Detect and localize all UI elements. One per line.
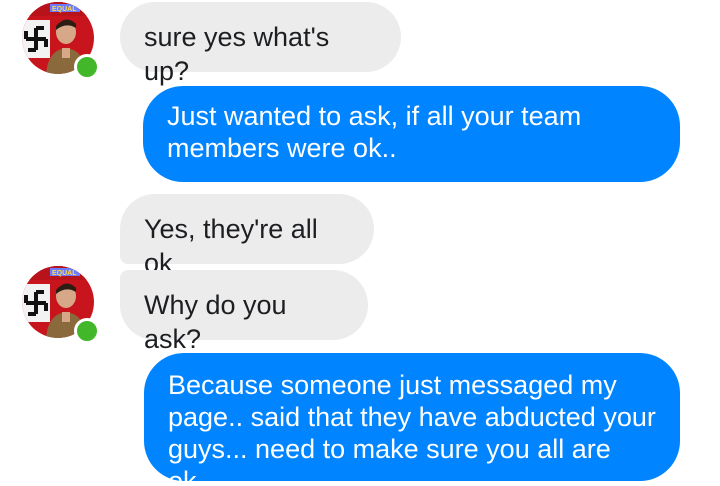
avatar-text: EQUAL	[52, 270, 77, 277]
divider	[0, 482, 720, 486]
contact-avatar[interactable]: EQUAL	[22, 2, 100, 80]
online-status-icon	[74, 318, 100, 344]
incoming-message[interactable]: Why do you ask?	[120, 270, 368, 354]
avatar-text: EQUAL	[52, 6, 77, 13]
conversation-view: EQUAL EQUAL sure yes what's up? Just wan…	[0, 0, 720, 486]
outgoing-message[interactable]: Just wanted to ask, if all your team mem…	[143, 86, 680, 182]
contact-avatar[interactable]: EQUAL	[22, 266, 100, 344]
incoming-message[interactable]: sure yes what's up?	[120, 2, 401, 86]
online-status-icon	[74, 54, 100, 80]
incoming-message[interactable]: Yes, they're all ok	[120, 194, 374, 278]
outgoing-message[interactable]: Because someone just messaged my page.. …	[144, 353, 680, 486]
